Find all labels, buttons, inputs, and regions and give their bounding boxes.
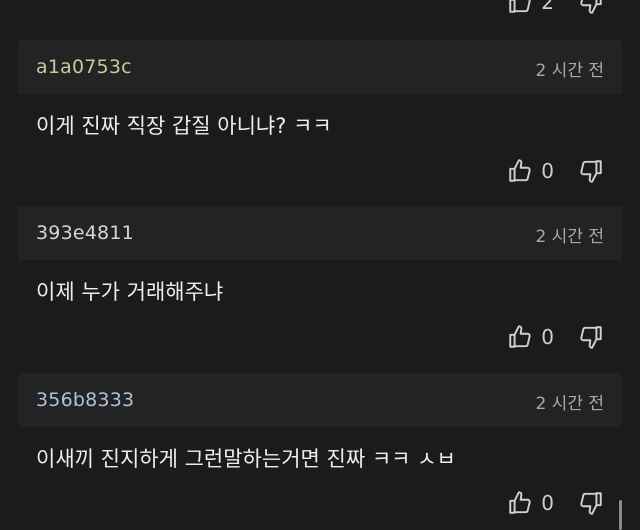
like-count: 0	[541, 325, 554, 349]
comment-text: 이게 진짜 직장 갑질 아니냐? ㅋㅋ	[36, 114, 332, 138]
thumbs-up-icon	[509, 159, 531, 182]
scrollbar[interactable]	[619, 500, 622, 530]
thumbs-down-icon	[580, 326, 602, 349]
comment-actions: 0	[507, 321, 604, 353]
like-count: 0	[541, 491, 554, 515]
comment-username[interactable]: 356b8333	[36, 389, 134, 411]
thumbs-down-icon	[580, 0, 602, 14]
like-button[interactable]: 0	[507, 490, 578, 516]
like-button[interactable]: 2	[507, 0, 578, 15]
thumbs-up-icon	[509, 325, 531, 348]
dislike-button[interactable]	[578, 490, 604, 516]
comment-header: 393e4811 2 시간 전	[18, 206, 622, 260]
dislike-button[interactable]	[578, 158, 604, 184]
dislike-button[interactable]	[578, 0, 604, 15]
like-count: 2	[541, 0, 554, 14]
comment-username[interactable]: 393e4811	[36, 222, 134, 244]
comment-text: 이새끼 진지하게 그런말하는거면 진짜 ㅋㅋ ㅅㅂ	[36, 447, 456, 471]
thumbs-up-icon	[509, 491, 531, 514]
comment-time: 2 시간 전	[535, 394, 604, 414]
thumbs-down-icon	[580, 492, 602, 515]
comment-time: 2 시간 전	[535, 61, 604, 81]
thumbs-up-icon	[509, 0, 531, 13]
comment-time: 2 시간 전	[535, 227, 604, 247]
comment-actions-partial: 2	[507, 0, 604, 18]
comment-list: 2 a1a0753c 2 시간 전 이게 진짜 직장 갑질 아니냐? ㅋㅋ 0	[0, 0, 640, 530]
comment-actions: 0	[507, 487, 604, 519]
comment-text: 이제 누가 거래해주냐	[36, 280, 224, 304]
comment-header: 356b8333 2 시간 전	[18, 373, 622, 427]
dislike-button[interactable]	[578, 324, 604, 350]
comment-username[interactable]: a1a0753c	[36, 56, 132, 78]
comment-header: a1a0753c 2 시간 전	[18, 40, 622, 94]
like-button[interactable]: 0	[507, 324, 578, 350]
thumbs-down-icon	[580, 160, 602, 183]
like-count: 0	[541, 159, 554, 183]
comment-actions: 0	[507, 155, 604, 187]
like-button[interactable]: 0	[507, 158, 578, 184]
